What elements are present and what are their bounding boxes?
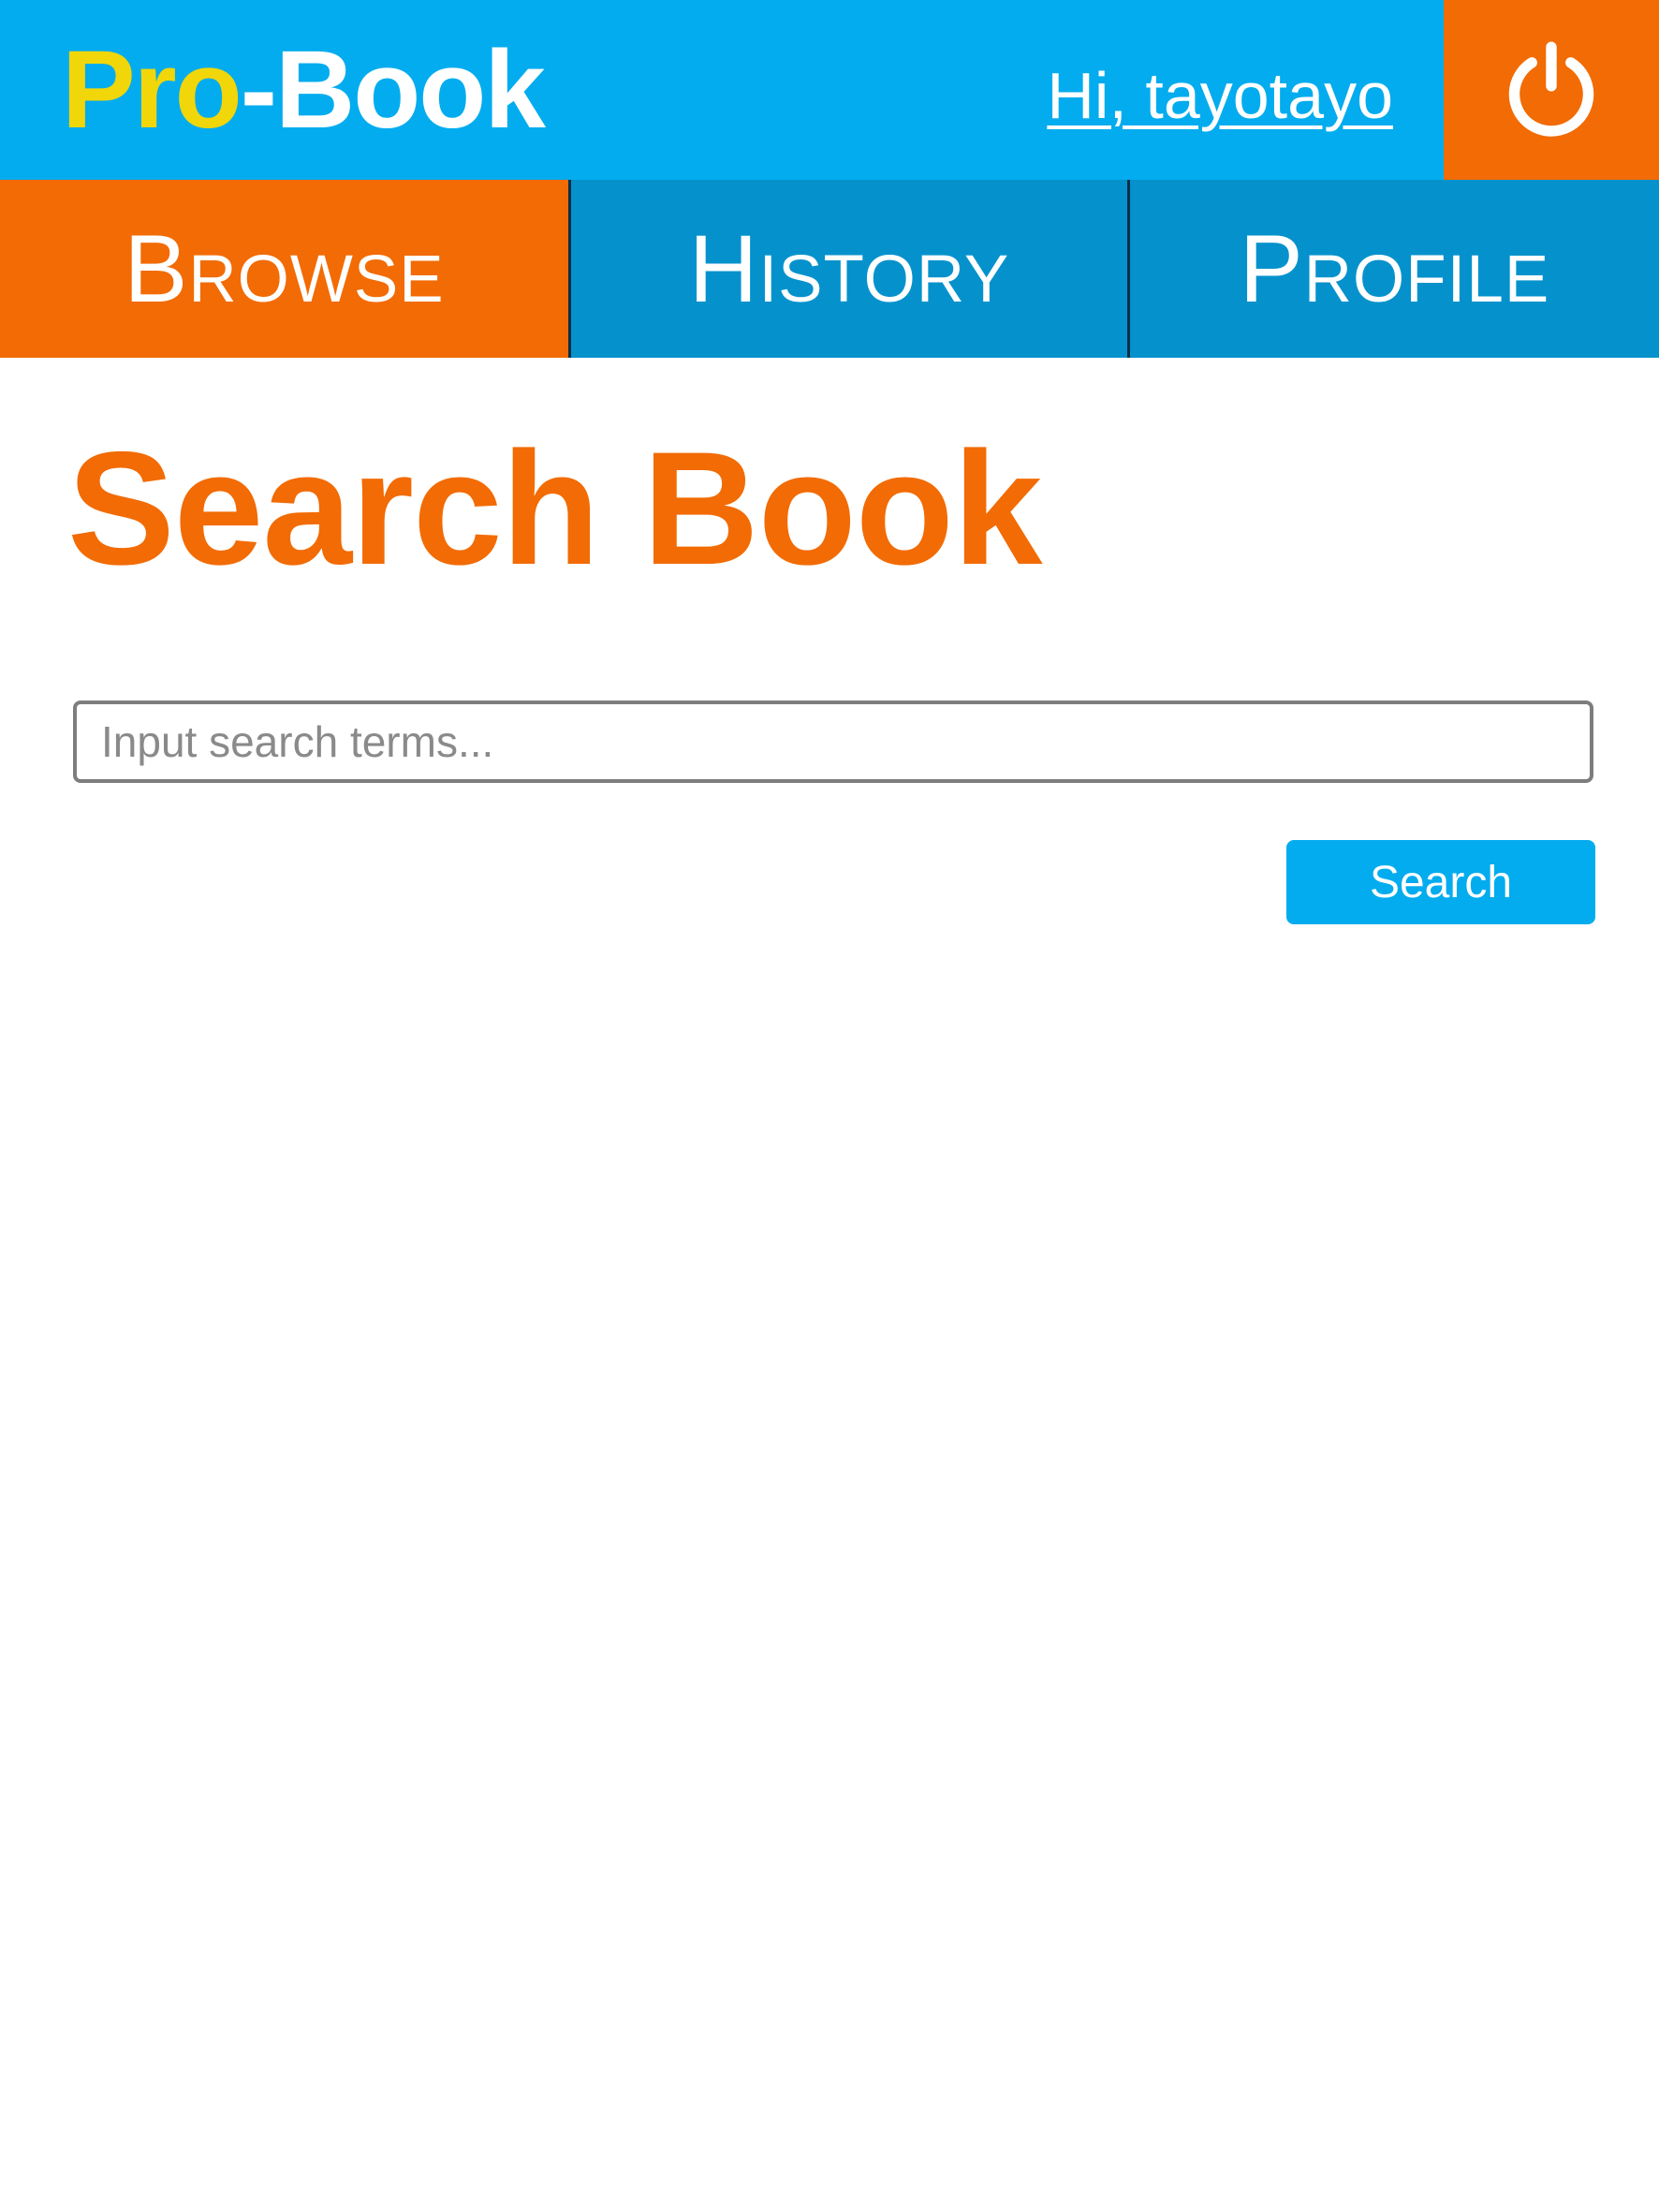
logo-dash-text: - <box>240 28 277 152</box>
tab-browse[interactable]: Browse <box>0 180 568 358</box>
search-input[interactable] <box>73 700 1593 783</box>
main-nav: Browse History Profile <box>0 180 1659 358</box>
search-button[interactable]: Search <box>1286 840 1595 924</box>
power-icon <box>1508 41 1594 137</box>
logout-button[interactable] <box>1444 0 1659 180</box>
top-bar: Pro-Book Hi, tayotayo <box>0 0 1659 180</box>
logo-book-text: Book <box>275 28 546 152</box>
user-greeting-link[interactable]: Hi, tayotayo <box>1047 58 1393 133</box>
page-title: Search Book <box>67 419 1042 598</box>
app-logo[interactable]: Pro-Book <box>62 32 546 148</box>
logo-pro-text: Pro <box>62 28 242 152</box>
tab-profile[interactable]: Profile <box>1127 180 1659 358</box>
tab-history[interactable]: History <box>568 180 1127 358</box>
